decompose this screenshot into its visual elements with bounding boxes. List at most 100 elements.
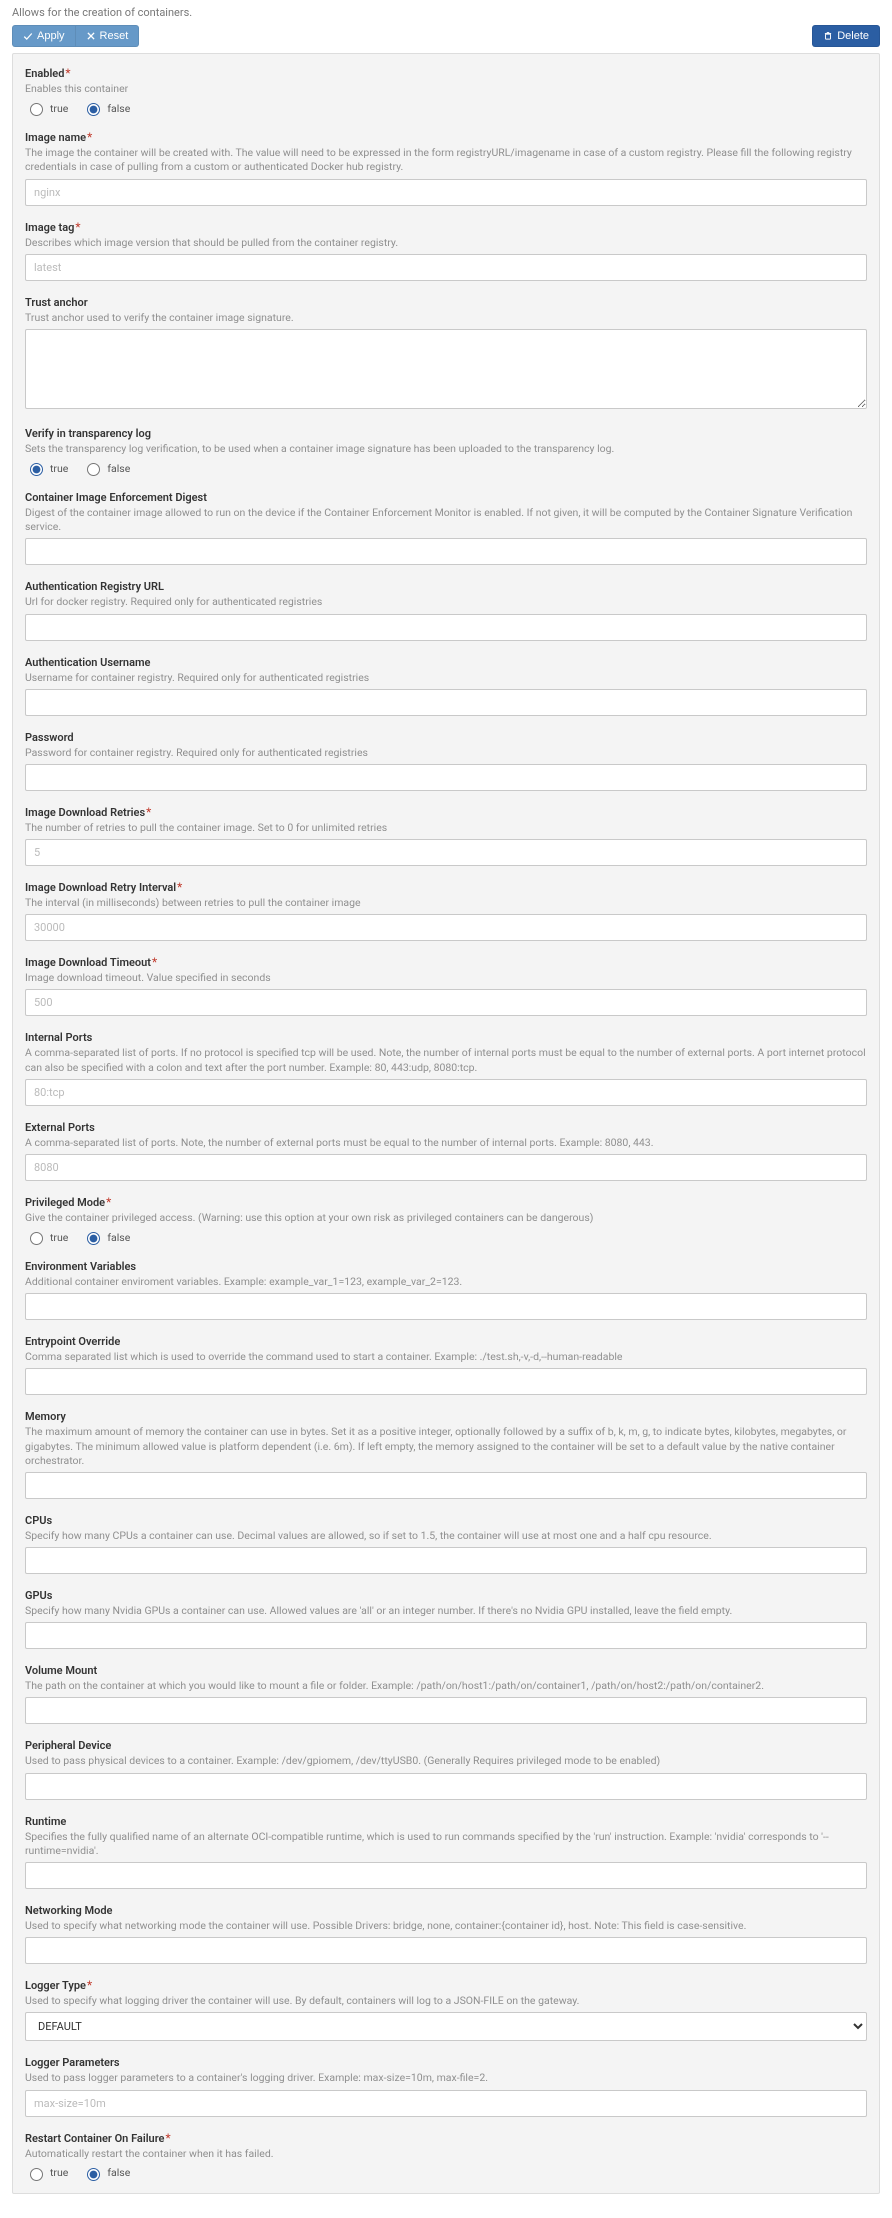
volume-help: The path on the container at which you w… [25,1679,867,1693]
logger_params-help: Used to pass logger parameters to a cont… [25,2071,867,2085]
dl_timeout-input[interactable] [25,989,867,1016]
memory-help: The maximum amount of memory the contain… [25,1425,867,1468]
networking-input[interactable] [25,1937,867,1964]
form-panel: Enabled*Enables this containertruefalseI… [12,53,880,2194]
memory-label: Memory [25,1410,66,1423]
logger_type-select[interactable]: DEFAULT [25,2012,867,2041]
restart_on_fail-radio-option-false[interactable]: false [82,2165,130,2181]
radio-label-text: false [107,1231,130,1244]
logger_params-input[interactable] [25,2090,867,2117]
radio-label-text: true [50,102,68,115]
apply-button[interactable]: Apply [12,25,76,47]
image_name-label: Image name [25,131,86,144]
dl_retries-help: The number of retries to pull the contai… [25,821,867,835]
password-label: Password [25,731,74,744]
enabled-radio-group: true false [25,100,867,116]
volume-input[interactable] [25,1697,867,1724]
radio-label-text: true [50,462,68,475]
required-marker: * [177,880,182,894]
gpus-field: GPUsSpecify how many Nvidia GPUs a conta… [25,1588,867,1649]
delete-button[interactable]: Delete [812,25,880,47]
trash-icon [823,31,833,41]
required-marker: * [165,2131,170,2145]
privileged-radio-false[interactable] [87,1232,100,1245]
image_tag-label: Image tag [25,221,74,234]
close-icon [86,31,96,41]
trust_anchor-label: Trust anchor [25,296,88,309]
privileged-label: Privileged Mode [25,1196,105,1209]
auth_url-help: Url for docker registry. Required only f… [25,595,867,609]
networking-field: Networking ModeUsed to specify what netw… [25,1903,867,1964]
enf_digest-help: Digest of the container image allowed to… [25,506,867,534]
privileged-radio-option-false[interactable]: false [82,1229,130,1245]
required-marker: * [146,805,151,819]
networking-help: Used to specify what networking mode the… [25,1919,867,1933]
dl_retries-field: Image Download Retries*The number of ret… [25,805,867,866]
internal_ports-help: A comma-separated list of ports. If no p… [25,1046,867,1074]
env_vars-label: Environment Variables [25,1260,136,1273]
verify_tlog-radio-option-false[interactable]: false [82,460,130,476]
trust_anchor-input[interactable] [25,329,867,409]
runtime-label: Runtime [25,1815,66,1828]
auth_user-input[interactable] [25,689,867,716]
enabled-label: Enabled [25,67,64,80]
password-input[interactable] [25,764,867,791]
cpus-field: CPUsSpecify how many CPUs a container ca… [25,1513,867,1574]
external_ports-help: A comma-separated list of ports. Note, t… [25,1136,867,1150]
env_vars-input[interactable] [25,1293,867,1320]
logger_type-help: Used to specify what logging driver the … [25,1994,867,2008]
delete-label: Delete [837,30,869,42]
internal_ports-label: Internal Ports [25,1031,92,1044]
logger_type-field: Logger Type* Used to specify what logging… [25,1978,867,2041]
logger_type-label: Logger Type [25,1979,86,1992]
required-marker: * [87,130,92,144]
dl_interval-input[interactable] [25,914,867,941]
radio-label-text: false [107,2166,130,2179]
enf_digest-input[interactable] [25,538,867,565]
restart_on_fail-radio-true[interactable] [30,2168,43,2181]
enabled-radio-true[interactable] [30,103,43,116]
memory-input[interactable] [25,1472,867,1499]
password-help: Password for container registry. Require… [25,746,867,760]
restart_on_fail-radio-false[interactable] [87,2168,100,2181]
cpus-input[interactable] [25,1547,867,1574]
enf_digest-field: Container Image Enforcement Digest Digest… [25,490,867,565]
radio-label-text: true [50,1231,68,1244]
peripheral-label: Peripheral Device [25,1739,111,1752]
gpus-input[interactable] [25,1622,867,1649]
volume-field: Volume MountThe path on the container at… [25,1663,867,1724]
reset-button[interactable]: Reset [76,25,140,47]
image_tag-input[interactable] [25,254,867,281]
runtime-input[interactable] [25,1862,867,1889]
auth_url-input[interactable] [25,614,867,641]
dl_retries-input[interactable] [25,839,867,866]
peripheral-input[interactable] [25,1773,867,1800]
verify_tlog-radio-option-true[interactable]: true [25,460,68,476]
enabled-radio-option-true[interactable]: true [25,100,68,116]
required-marker: * [87,1978,92,1992]
privileged-field: Privileged Mode*Give the container privi… [25,1195,867,1245]
entrypoint-input[interactable] [25,1368,867,1395]
external_ports-input[interactable] [25,1154,867,1181]
env_vars-field: Environment VariablesAdditional containe… [25,1259,867,1320]
logger_params-field: Logger ParametersUsed to pass logger par… [25,2055,867,2116]
trust_anchor-field: Trust anchorTrust anchor used to verify … [25,295,867,412]
entrypoint-help: Comma separated list which is used to ov… [25,1350,867,1364]
image_name-input[interactable] [25,179,867,206]
image_tag-help: Describes which image version that shoul… [25,236,867,250]
enabled-radio-false[interactable] [87,103,100,116]
verify_tlog-radio-true[interactable] [30,463,43,476]
restart_on_fail-radio-group: true false [25,2165,867,2181]
cpus-label: CPUs [25,1514,52,1527]
toolbar: Apply Reset Delete [12,25,880,47]
privileged-radio-group: true false [25,1229,867,1245]
privileged-radio-true[interactable] [30,1232,43,1245]
enf_digest-label: Container Image Enforcement Digest [25,491,207,504]
enabled-radio-option-false[interactable]: false [82,100,130,116]
internal_ports-input[interactable] [25,1079,867,1106]
privileged-radio-option-true[interactable]: true [25,1229,68,1245]
auth_user-field: Authentication UsernameUsername for cont… [25,655,867,716]
verify_tlog-radio-false[interactable] [87,463,100,476]
restart_on_fail-radio-option-true[interactable]: true [25,2165,68,2181]
radio-label-text: false [107,462,130,475]
